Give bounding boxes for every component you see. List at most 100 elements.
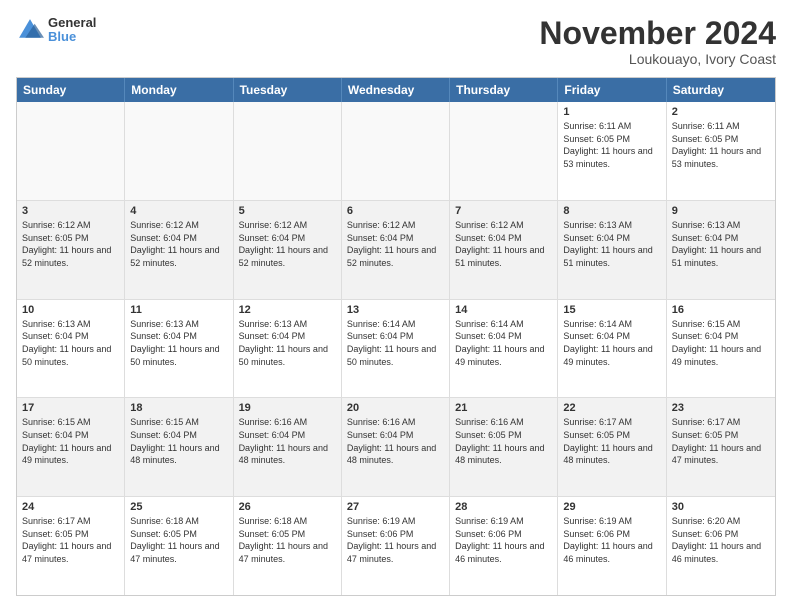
cal-cell-day-17: 17Sunrise: 6:15 AMSunset: 6:04 PMDayligh… bbox=[17, 398, 125, 496]
cal-cell-day-30: 30Sunrise: 6:20 AMSunset: 6:06 PMDayligh… bbox=[667, 497, 775, 595]
daylight: Daylight: 11 hours and 51 minutes. bbox=[563, 245, 652, 268]
daylight: Daylight: 11 hours and 46 minutes. bbox=[455, 541, 544, 564]
cal-cell-empty bbox=[342, 102, 450, 200]
sunset: Sunset: 6:04 PM bbox=[347, 430, 414, 440]
cell-info: Sunrise: 6:13 AMSunset: 6:04 PMDaylight:… bbox=[22, 318, 119, 368]
daylight: Daylight: 11 hours and 48 minutes. bbox=[455, 443, 544, 466]
cal-cell-day-2: 2Sunrise: 6:11 AMSunset: 6:05 PMDaylight… bbox=[667, 102, 775, 200]
sunrise: Sunrise: 6:11 AM bbox=[672, 121, 740, 131]
logo-icon bbox=[16, 16, 44, 44]
daylight: Daylight: 11 hours and 52 minutes. bbox=[347, 245, 436, 268]
daylight: Daylight: 11 hours and 47 minutes. bbox=[22, 541, 111, 564]
sunrise: Sunrise: 6:14 AM bbox=[347, 319, 416, 329]
day-number: 16 bbox=[672, 304, 770, 316]
cell-info: Sunrise: 6:12 AMSunset: 6:04 PMDaylight:… bbox=[130, 219, 227, 269]
day-number: 21 bbox=[455, 402, 552, 414]
sunset: Sunset: 6:05 PM bbox=[455, 430, 522, 440]
sunset: Sunset: 6:06 PM bbox=[672, 529, 739, 539]
cal-header-thursday: Thursday bbox=[450, 78, 558, 102]
logo-line1: General bbox=[48, 16, 96, 30]
cal-cell-day-27: 27Sunrise: 6:19 AMSunset: 6:06 PMDayligh… bbox=[342, 497, 450, 595]
calendar-body: 1 Sunrise: 6:11 AM Sunset: 6:05 PM Daylight… bbox=[17, 102, 775, 595]
daylight: Daylight: 11 hours and 52 minutes. bbox=[239, 245, 328, 268]
sunset: Sunset: 6:06 PM bbox=[347, 529, 414, 539]
daylight: Daylight: 11 hours and 49 minutes. bbox=[22, 443, 111, 466]
day-number: 22 bbox=[563, 402, 660, 414]
sunrise: Sunrise: 6:13 AM bbox=[563, 220, 632, 230]
cell-info: Sunrise: 6:14 AMSunset: 6:04 PMDaylight:… bbox=[455, 318, 552, 368]
cal-cell-day-18: 18Sunrise: 6:15 AMSunset: 6:04 PMDayligh… bbox=[125, 398, 233, 496]
sunset: Sunset: 6:04 PM bbox=[130, 233, 197, 243]
title-block: November 2024 Loukouayo, Ivory Coast bbox=[539, 16, 776, 67]
sunrise: Sunrise: 6:20 AM bbox=[672, 516, 741, 526]
sunset: Sunset: 6:05 PM bbox=[672, 430, 739, 440]
sunrise: Sunrise: 6:14 AM bbox=[563, 319, 632, 329]
day-number: 2 bbox=[672, 106, 770, 118]
sunrise: Sunrise: 6:11 AM bbox=[563, 121, 631, 131]
cal-cell-day-3: 3Sunrise: 6:12 AMSunset: 6:05 PMDaylight… bbox=[17, 201, 125, 299]
cal-cell-empty bbox=[234, 102, 342, 200]
sunrise: Sunrise: 6:12 AM bbox=[239, 220, 308, 230]
sunrise: Sunrise: 6:17 AM bbox=[672, 417, 741, 427]
cal-cell-day-14: 14Sunrise: 6:14 AMSunset: 6:04 PMDayligh… bbox=[450, 300, 558, 398]
cal-cell-day-4: 4 Sunrise: 6:12 AMSunset: 6:04 PMDaylight… bbox=[125, 201, 233, 299]
cal-cell-day-25: 25 Sunrise: 6:18 AMSunset: 6:05 PMDayligh… bbox=[125, 497, 233, 595]
cell-info: Sunrise: 6:16 AMSunset: 6:04 PMDaylight:… bbox=[347, 416, 444, 466]
sunrise: Sunrise: 6:18 AM bbox=[239, 516, 308, 526]
daylight: Daylight: 11 hours and 50 minutes. bbox=[239, 344, 328, 367]
daylight: Daylight: 11 hours and 50 minutes. bbox=[347, 344, 436, 367]
sunrise: Sunrise: 6:13 AM bbox=[239, 319, 308, 329]
cal-header-saturday: Saturday bbox=[667, 78, 775, 102]
daylight: Daylight: 11 hours and 51 minutes. bbox=[672, 245, 761, 268]
sunset: Sunset: 6:04 PM bbox=[130, 331, 197, 341]
daylight: Daylight: 11 hours and 51 minutes. bbox=[455, 245, 544, 268]
daylight: Daylight: 11 hours and 47 minutes. bbox=[130, 541, 219, 564]
daylight: Daylight: 11 hours and 46 minutes. bbox=[672, 541, 761, 564]
daylight: Daylight: 11 hours and 50 minutes. bbox=[130, 344, 219, 367]
day-number: 19 bbox=[239, 402, 336, 414]
cell-info: Sunrise: 6:17 AMSunset: 6:05 PMDaylight:… bbox=[672, 416, 770, 466]
cal-week-3: 10Sunrise: 6:13 AMSunset: 6:04 PMDayligh… bbox=[17, 300, 775, 399]
day-number: 1 bbox=[563, 106, 660, 118]
cell-info: Sunrise: 6:18 AMSunset: 6:05 PMDaylight:… bbox=[239, 515, 336, 565]
cal-header-friday: Friday bbox=[558, 78, 666, 102]
cell-info: Sunrise: 6:14 AMSunset: 6:04 PMDaylight:… bbox=[563, 318, 660, 368]
daylight: Daylight: 11 hours and 52 minutes. bbox=[130, 245, 219, 268]
cal-cell-day-13: 13Sunrise: 6:14 AMSunset: 6:04 PMDayligh… bbox=[342, 300, 450, 398]
sunrise: Sunrise: 6:16 AM bbox=[239, 417, 308, 427]
sunset: Sunset: 6:04 PM bbox=[239, 233, 306, 243]
cell-info: Sunrise: 6:18 AMSunset: 6:05 PMDaylight:… bbox=[130, 515, 227, 565]
cal-cell-day-15: 15Sunrise: 6:14 AMSunset: 6:04 PMDayligh… bbox=[558, 300, 666, 398]
sunset: Sunset: 6:04 PM bbox=[563, 233, 630, 243]
day-number: 24 bbox=[22, 501, 119, 513]
cell-info: Sunrise: 6:13 AM Sunset: 6:04 PM Daylight:… bbox=[563, 219, 660, 269]
sunset: Sunset: 6:04 PM bbox=[239, 430, 306, 440]
cal-cell-day-19: 19Sunrise: 6:16 AMSunset: 6:04 PMDayligh… bbox=[234, 398, 342, 496]
sunrise: Sunrise: 6:13 AM bbox=[672, 220, 741, 230]
cal-header-tuesday: Tuesday bbox=[234, 78, 342, 102]
day-number: 4 bbox=[130, 205, 227, 217]
cal-cell-day-28: 28Sunrise: 6:19 AMSunset: 6:06 PMDayligh… bbox=[450, 497, 558, 595]
cell-info: Sunrise: 6:12 AM Sunset: 6:04 PM Daylight:… bbox=[239, 219, 336, 269]
cal-cell-empty bbox=[125, 102, 233, 200]
cell-info: Sunrise: 6:11 AMSunset: 6:05 PMDaylight:… bbox=[672, 120, 770, 170]
sunrise: Sunrise: 6:19 AM bbox=[347, 516, 416, 526]
cal-header-monday: Monday bbox=[125, 78, 233, 102]
sunset: Sunset: 6:04 PM bbox=[563, 331, 630, 341]
cell-info: Sunrise: 6:14 AMSunset: 6:04 PMDaylight:… bbox=[347, 318, 444, 368]
sunrise: Sunrise: 6:19 AM bbox=[563, 516, 632, 526]
daylight: Daylight: 11 hours and 48 minutes. bbox=[563, 443, 652, 466]
sunrise: Sunrise: 6:14 AM bbox=[455, 319, 524, 329]
day-number: 25 bbox=[130, 501, 227, 513]
day-number: 26 bbox=[239, 501, 336, 513]
day-number: 27 bbox=[347, 501, 444, 513]
sunset: Sunset: 6:04 PM bbox=[22, 430, 89, 440]
day-number: 11 bbox=[130, 304, 227, 316]
sunset: Sunset: 6:05 PM bbox=[672, 134, 739, 144]
daylight: Daylight: 11 hours and 53 minutes. bbox=[563, 146, 652, 169]
cell-info: Sunrise: 6:12 AMSunset: 6:04 PMDaylight:… bbox=[455, 219, 552, 269]
cal-cell-empty bbox=[17, 102, 125, 200]
day-number: 20 bbox=[347, 402, 444, 414]
sunset: Sunset: 6:05 PM bbox=[130, 529, 197, 539]
sunset: Sunset: 6:04 PM bbox=[22, 331, 89, 341]
